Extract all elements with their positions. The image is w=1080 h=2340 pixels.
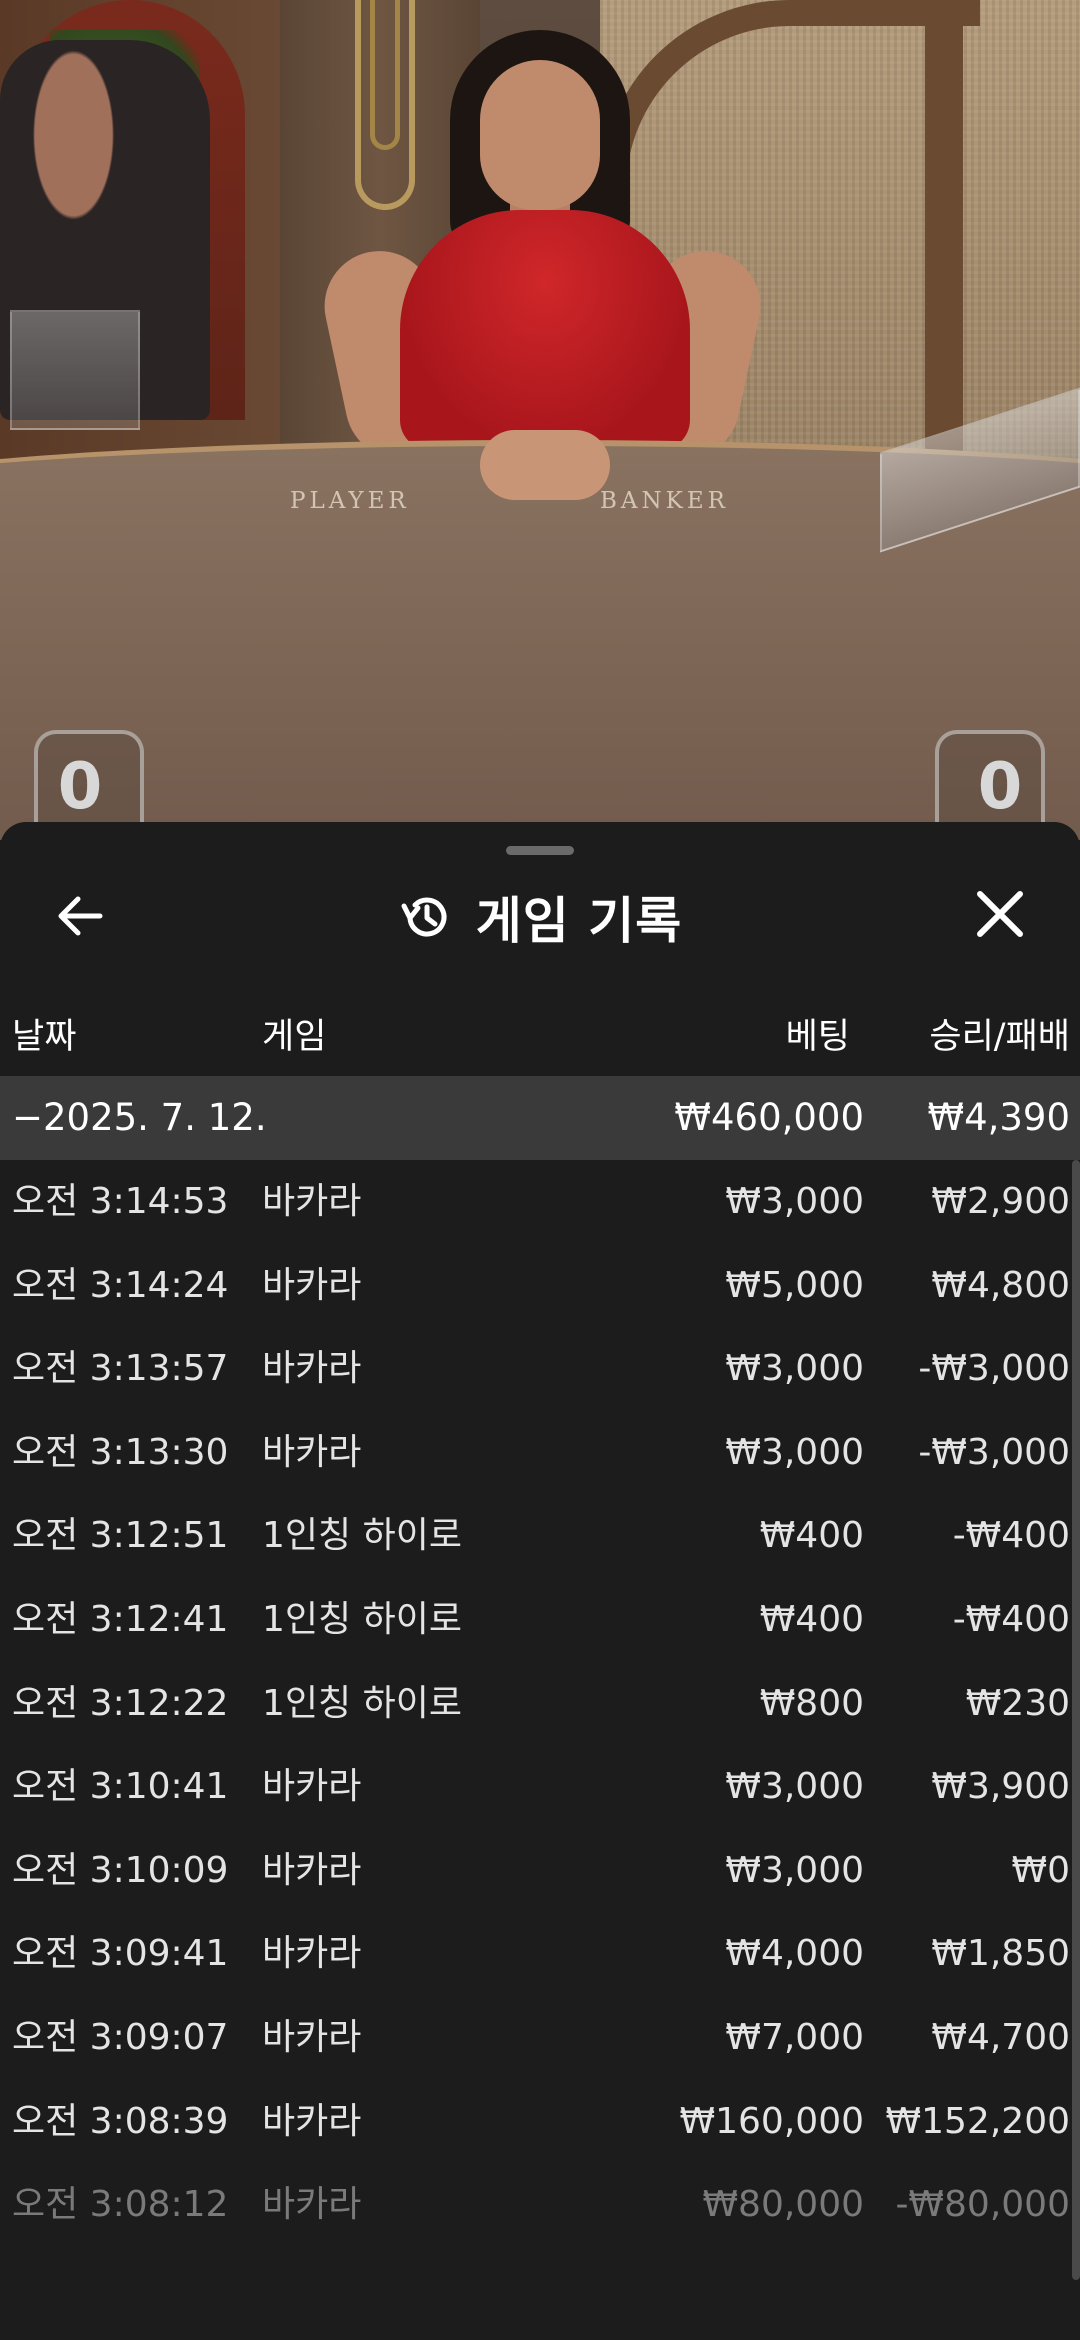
row-bet: ₩3,000 <box>725 1431 864 1473</box>
table-label-banker: BANKER <box>600 488 729 514</box>
row-game: 바카라 <box>262 1181 362 1222</box>
row-bet: ₩80,000 <box>702 2184 864 2226</box>
row-bet: ₩3,000 <box>725 1849 864 1891</box>
row-win-loss: ₩230 <box>965 1682 1070 1724</box>
row-win-loss: ₩2,900 <box>931 1181 1070 1222</box>
row-time: 오전 3:08:39 <box>12 2100 229 2142</box>
dealer-dress <box>400 210 690 450</box>
table-row[interactable]: 오전 3:09:07 바카라 ₩7,000 ₩4,700 <box>0 1996 1080 2080</box>
table-row[interactable]: 오전 3:13:57 바카라 ₩3,000 -₩3,000 <box>0 1327 1080 1411</box>
game-history-sheet: 게임 기록 날짜 게임 베팅 승리/패배 −2025. 7. 12. ₩460,… <box>0 822 1080 2340</box>
table-row[interactable]: 오전 3:08:12 바카라 ₩80,000 -₩80,000 <box>0 2163 1080 2247</box>
row-time: 오전 3:10:09 <box>12 1849 229 1891</box>
row-win-loss: ₩4,800 <box>931 1264 1070 1306</box>
dealer-face <box>480 60 600 210</box>
table-row[interactable]: 오전 3:14:53 바카라 ₩3,000 ₩2,900 <box>0 1160 1080 1244</box>
column-header-bet: 베팅 <box>785 1017 850 1057</box>
row-win-loss: ₩0 <box>1011 1849 1071 1891</box>
table-row[interactable]: 오전 3:12:51 1인칭 하이로 ₩400 -₩400 <box>0 1494 1080 1578</box>
row-win-loss: ₩1,850 <box>931 1933 1070 1975</box>
row-game: 바카라 <box>262 1849 362 1891</box>
table-row[interactable]: 오전 3:10:09 바카라 ₩3,000 ₩0 <box>0 1829 1080 1913</box>
row-bet: ₩400 <box>759 1598 864 1640</box>
dealer-hands <box>480 430 610 500</box>
table-row[interactable]: 오전 3:13:30 바카라 ₩3,000 -₩3,000 <box>0 1411 1080 1495</box>
table-row[interactable]: 오전 3:14:24 바카라 ₩5,000 ₩4,800 <box>0 1244 1080 1328</box>
row-game: 바카라 <box>262 1766 362 1808</box>
row-game: 바카라 <box>262 1264 362 1306</box>
row-win-loss: -₩400 <box>952 1515 1070 1557</box>
row-win-loss: ₩3,900 <box>931 1766 1070 1808</box>
row-bet: ₩800 <box>759 1682 864 1724</box>
sheet-header: 게임 기록 <box>0 882 1080 952</box>
row-game: 바카라 <box>262 1348 362 1390</box>
table-row[interactable]: 오전 3:08:39 바카라 ₩160,000 ₩152,200 <box>0 2080 1080 2164</box>
row-bet: ₩7,000 <box>725 2016 864 2058</box>
row-bet: ₩3,000 <box>725 1766 864 1808</box>
live-video-feed: PLAYER BANKER 0 0 <box>0 0 1080 840</box>
row-game: 바카라 <box>262 1933 362 1975</box>
row-game: 바카라 <box>262 2184 362 2226</box>
row-time: 오전 3:13:30 <box>12 1431 229 1473</box>
row-time: 오전 3:09:41 <box>12 1933 229 1975</box>
row-time: 오전 3:13:57 <box>12 1348 229 1390</box>
wall-right-post <box>925 0 963 470</box>
row-time: 오전 3:14:53 <box>12 1181 229 1222</box>
table-row[interactable]: 오전 3:10:41 바카라 ₩3,000 ₩3,900 <box>0 1745 1080 1829</box>
row-game: 바카라 <box>262 1431 362 1473</box>
table-row[interactable]: 오전 3:09:41 바카라 ₩4,000 ₩1,850 <box>0 1912 1080 1996</box>
row-bet: ₩4,000 <box>725 1933 864 1975</box>
summary-bet: ₩460,000 <box>674 1096 864 1139</box>
column-header-game: 게임 <box>262 1017 327 1057</box>
row-win-loss: -₩80,000 <box>895 2184 1070 2226</box>
banker-score: 0 <box>977 750 1023 824</box>
column-header-date: 날짜 <box>12 1017 77 1057</box>
row-time: 오전 3:14:24 <box>12 1264 229 1306</box>
row-time: 오전 3:12:22 <box>12 1682 229 1724</box>
row-time: 오전 3:12:41 <box>12 1598 229 1640</box>
date-summary-row[interactable]: −2025. 7. 12. ₩460,000 ₩4,390 <box>0 1076 1080 1160</box>
scrollbar[interactable] <box>1072 1160 1080 2280</box>
card-shoe-left <box>10 310 140 430</box>
table-row[interactable]: 오전 3:12:22 1인칭 하이로 ₩800 ₩230 <box>0 1662 1080 1746</box>
row-win-loss: -₩3,000 <box>918 1431 1070 1473</box>
row-win-loss: ₩152,200 <box>885 2100 1070 2142</box>
row-bet: ₩160,000 <box>679 2100 864 2142</box>
player-score: 0 <box>57 750 103 824</box>
row-time: 오전 3:09:07 <box>12 2016 229 2058</box>
row-game: 1인칭 하이로 <box>262 1515 462 1557</box>
row-game: 바카라 <box>262 2100 362 2142</box>
row-time: 오전 3:10:41 <box>12 1766 229 1808</box>
row-win-loss: -₩3,000 <box>918 1348 1070 1390</box>
summary-date: −2025. 7. 12. <box>12 1096 267 1139</box>
history-list: 오전 3:14:53 바카라 ₩3,000 ₩2,900 오전 3:14:24 바카라 ₩… <box>0 1160 1080 2247</box>
row-bet: ₩5,000 <box>725 1264 864 1306</box>
row-game: 바카라 <box>262 2016 362 2058</box>
sheet-grabber[interactable] <box>506 846 574 855</box>
row-game: 1인칭 하이로 <box>262 1598 462 1640</box>
row-game: 1인칭 하이로 <box>262 1682 462 1724</box>
row-win-loss: -₩400 <box>952 1598 1070 1640</box>
history-icon <box>401 897 447 937</box>
row-bet: ₩3,000 <box>725 1181 864 1222</box>
row-win-loss: ₩4,700 <box>931 2016 1070 2058</box>
sheet-title: 게임 기록 <box>475 892 683 950</box>
table-row[interactable]: 오전 3:12:41 1인칭 하이로 ₩400 -₩400 <box>0 1578 1080 1662</box>
row-bet: ₩400 <box>759 1515 864 1557</box>
summary-win-loss: ₩4,390 <box>927 1096 1070 1139</box>
gold-ornament-inner <box>370 0 400 150</box>
table-label-player: PLAYER <box>290 488 410 514</box>
column-header-win-loss: 승리/패배 <box>929 1017 1070 1057</box>
row-time: 오전 3:08:12 <box>12 2184 229 2226</box>
close-icon[interactable] <box>970 884 1030 944</box>
row-time: 오전 3:12:51 <box>12 1515 229 1557</box>
row-bet: ₩3,000 <box>725 1348 864 1390</box>
